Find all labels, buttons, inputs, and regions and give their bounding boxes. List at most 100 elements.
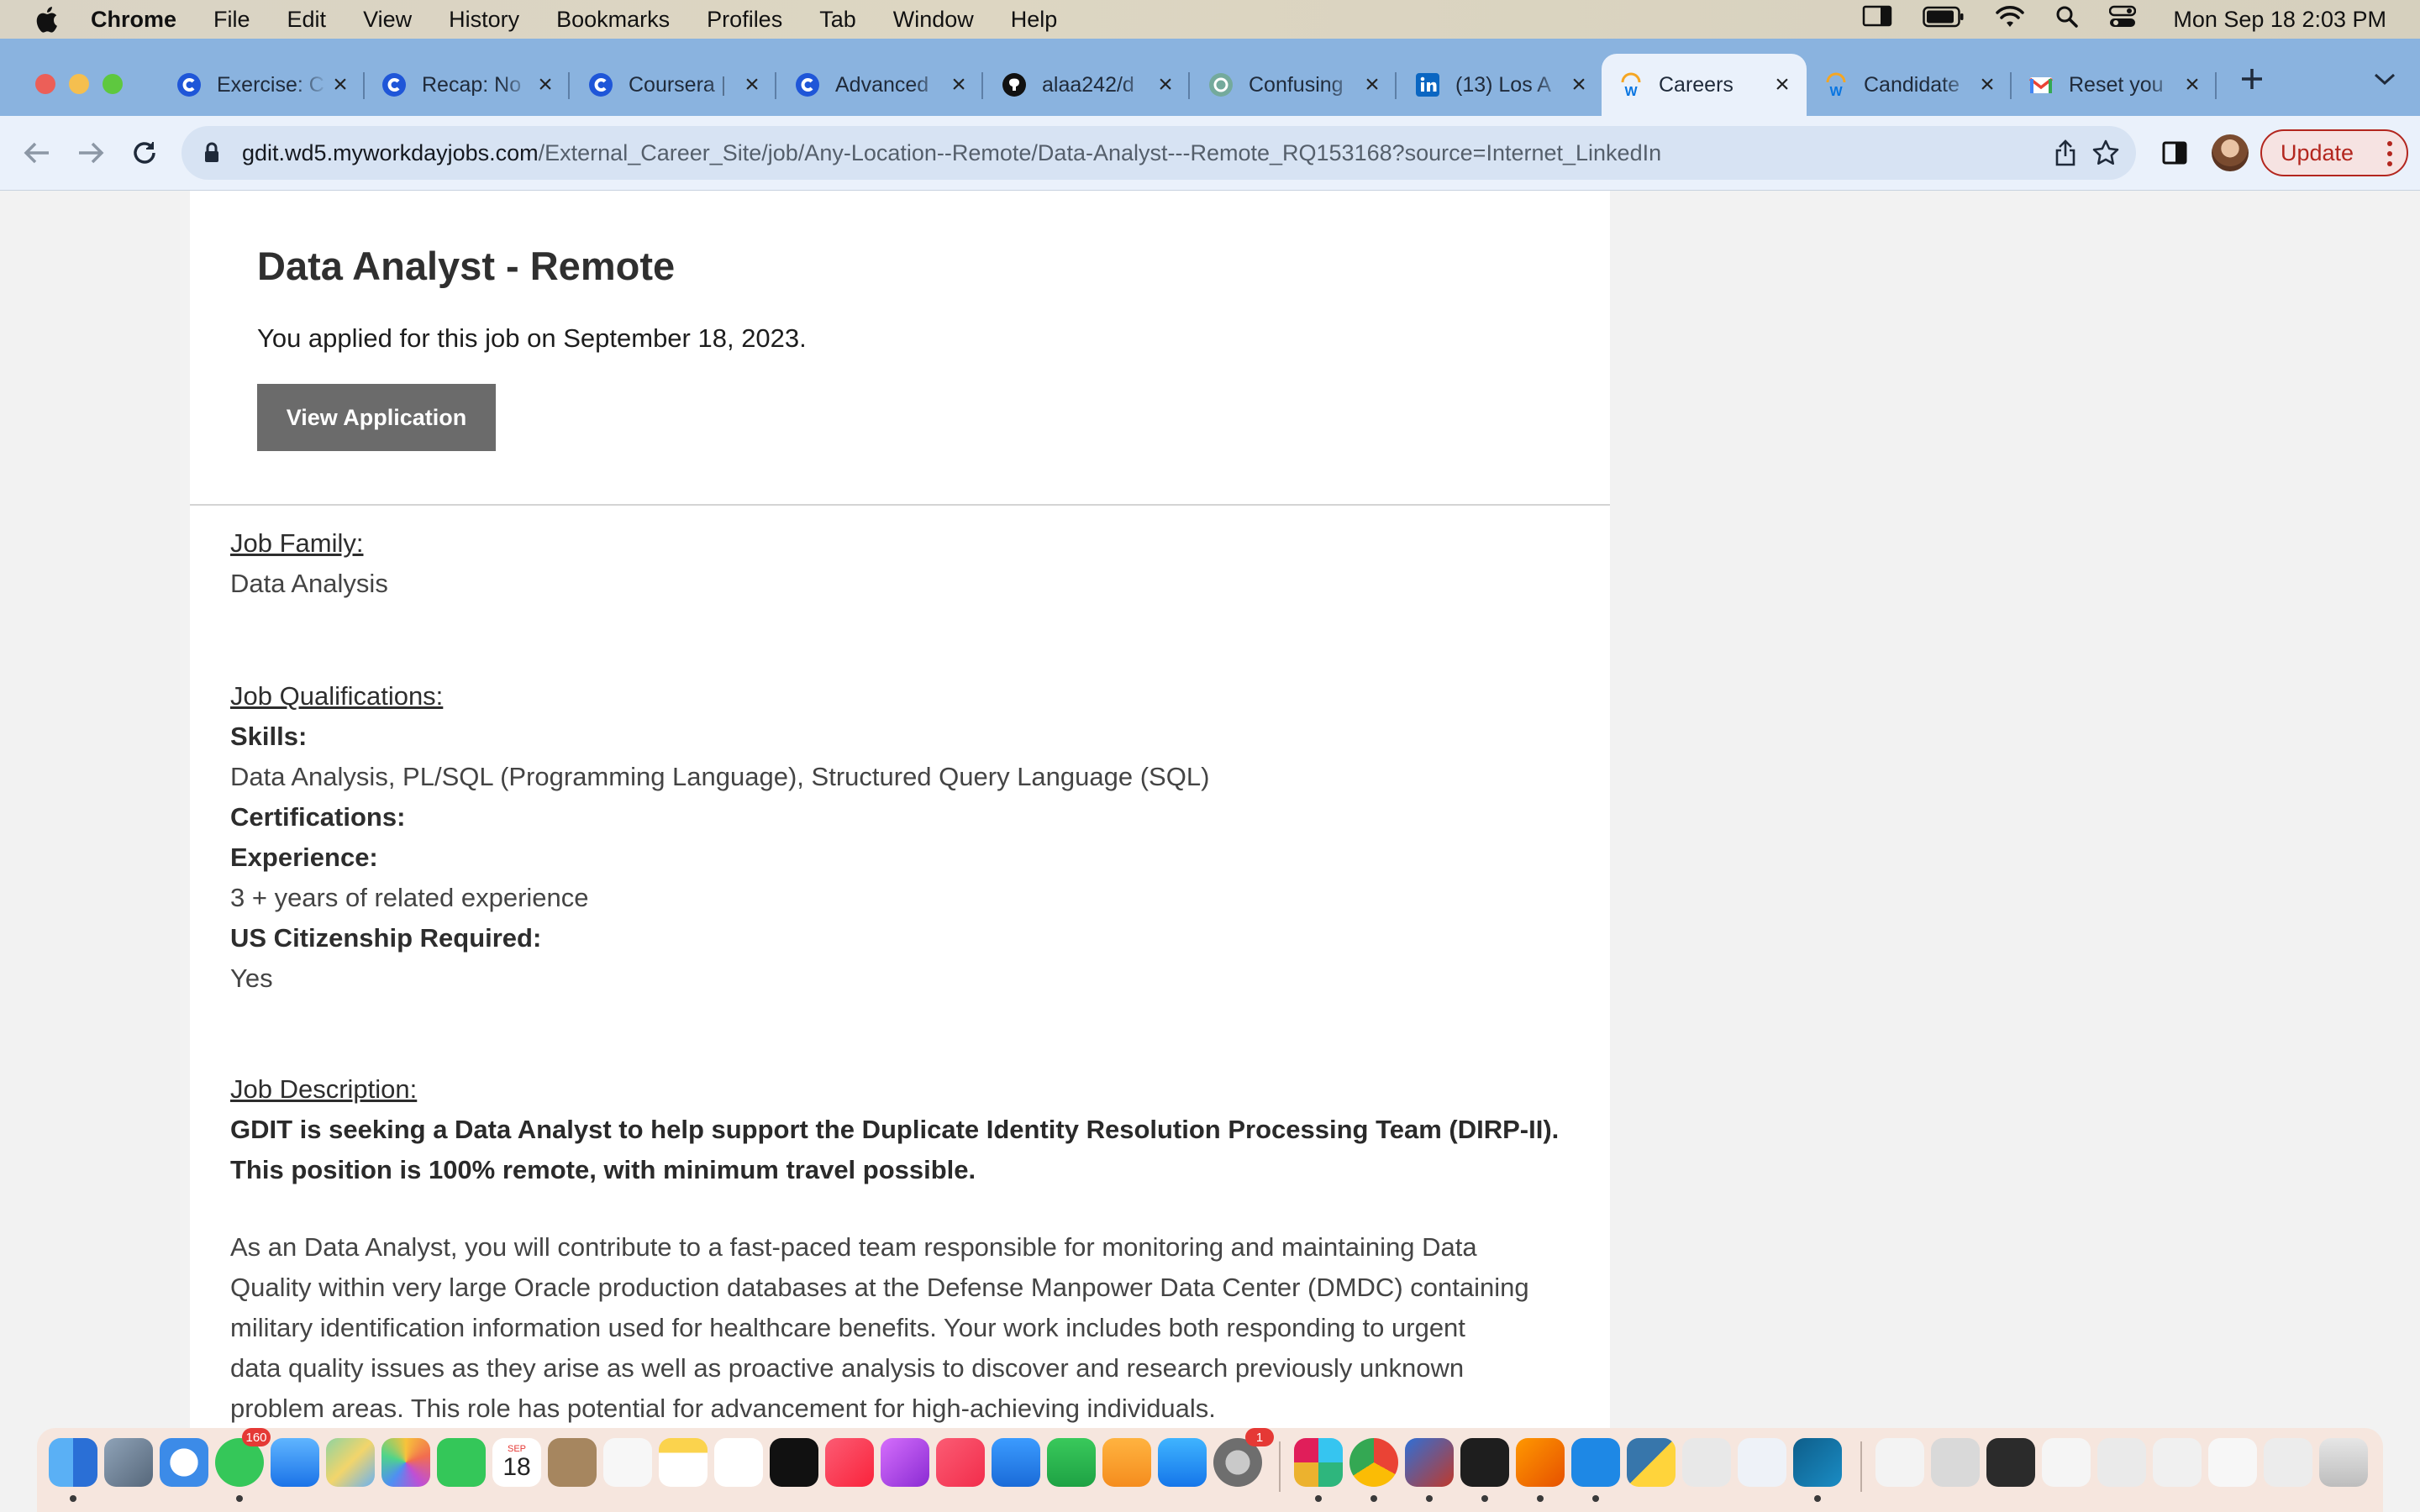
menu-tab[interactable]: Tab — [819, 7, 856, 33]
launchpad-icon[interactable] — [104, 1438, 153, 1487]
window-thumbnail-icon[interactable] — [2264, 1438, 2312, 1487]
sublime-text-icon[interactable] — [1516, 1438, 1565, 1487]
menu-history[interactable]: History — [449, 7, 519, 33]
window-thumbnail-icon[interactable] — [1931, 1438, 1980, 1487]
url-text[interactable]: gdit.wd5.myworkdayjobs.com/External_Care… — [242, 140, 1661, 166]
apple-tv-icon[interactable] — [770, 1438, 818, 1487]
contacts-icon[interactable] — [548, 1438, 597, 1487]
wifi-icon[interactable] — [1995, 5, 2025, 34]
browser-tab[interactable]: Recap: No × — [365, 54, 570, 116]
tab-close-icon[interactable]: × — [2180, 71, 2205, 98]
profile-avatar[interactable] — [2212, 134, 2249, 171]
running-indicator — [1370, 1495, 1377, 1502]
tab-close-icon[interactable]: × — [739, 71, 765, 98]
address-bar[interactable]: gdit.wd5.myworkdayjobs.com/External_Care… — [182, 126, 2136, 180]
tab-search-chevron-down-icon[interactable] — [2370, 62, 2400, 96]
screen-mirroring-icon[interactable] — [1862, 4, 1892, 35]
news-icon[interactable] — [936, 1438, 985, 1487]
tab-close-icon[interactable]: × — [1770, 71, 1795, 98]
lock-icon[interactable] — [202, 140, 222, 165]
terminal-icon[interactable] — [1460, 1438, 1509, 1487]
side-panel-icon[interactable] — [2158, 136, 2191, 170]
podcasts-icon[interactable] — [881, 1438, 929, 1487]
pages-icon[interactable] — [1102, 1438, 1151, 1487]
freeform-icon[interactable] — [714, 1438, 763, 1487]
forward-arrow-icon[interactable] — [72, 134, 109, 171]
menu-file[interactable]: File — [213, 7, 250, 33]
reminders-icon[interactable] — [603, 1438, 652, 1487]
app-store-icon[interactable] — [1158, 1438, 1207, 1487]
window-minimize-button[interactable] — [69, 74, 89, 94]
mail-icon[interactable] — [271, 1438, 319, 1487]
tab-close-icon[interactable]: × — [1360, 71, 1385, 98]
update-button[interactable]: Update — [2260, 129, 2408, 176]
facetime-icon[interactable] — [437, 1438, 486, 1487]
slack-icon[interactable] — [1294, 1438, 1343, 1487]
menu-help[interactable]: Help — [1011, 7, 1058, 33]
window-thumbnail-icon[interactable] — [2097, 1438, 2146, 1487]
photos-icon[interactable] — [381, 1438, 430, 1487]
tab-close-icon[interactable]: × — [1153, 71, 1178, 98]
window-close-button[interactable] — [35, 74, 55, 94]
job-qualifications-label: Job Qualifications: — [230, 681, 444, 711]
window-thumbnail-icon[interactable] — [2042, 1438, 2091, 1487]
window-thumbnail-icon[interactable] — [1986, 1438, 2035, 1487]
menu-view[interactable]: View — [363, 7, 412, 33]
document-thumbnail-icon[interactable] — [1876, 1438, 1924, 1487]
maps-icon[interactable] — [326, 1438, 375, 1487]
tab-close-icon[interactable]: × — [1975, 71, 2000, 98]
safari-icon[interactable] — [160, 1438, 208, 1487]
tab-close-icon[interactable]: × — [946, 71, 971, 98]
tableau-icon[interactable] — [1738, 1438, 1786, 1487]
music-icon[interactable] — [825, 1438, 874, 1487]
browser-tab[interactable]: Coursera | × — [571, 54, 776, 116]
tab-close-icon[interactable]: × — [328, 71, 353, 98]
notes-icon[interactable] — [659, 1438, 708, 1487]
menu-profiles[interactable]: Profiles — [707, 7, 782, 33]
pen-tool-icon[interactable] — [1682, 1438, 1731, 1487]
menu-edit[interactable]: Edit — [287, 7, 327, 33]
tab-close-icon[interactable]: × — [1566, 71, 1591, 98]
browser-tab[interactable]: Reset you × — [2012, 54, 2217, 116]
share-icon[interactable] — [2050, 138, 2081, 168]
browser-tab[interactable]: Confusing × — [1192, 54, 1397, 116]
browser-tab[interactable]: W Candidate × — [1807, 54, 2012, 116]
browser-tab-active[interactable]: W Careers × — [1602, 54, 1807, 116]
mysql-workbench-icon[interactable] — [1793, 1438, 1842, 1487]
browser-tab[interactable]: Exercise: C × — [160, 54, 365, 116]
browser-tab[interactable]: Advanced × — [778, 54, 983, 116]
tab-close-icon[interactable]: × — [533, 71, 558, 98]
calendar-icon[interactable]: SEP 18 — [492, 1438, 541, 1487]
more-vertical-icon[interactable] — [2386, 141, 2393, 166]
new-tab-plus-icon[interactable] — [2235, 62, 2269, 96]
tab-title: Exercise: C — [217, 72, 324, 97]
reload-icon[interactable] — [126, 134, 163, 171]
window-thumbnail-icon[interactable] — [2208, 1438, 2257, 1487]
window-zoom-button[interactable] — [103, 74, 123, 94]
window-thumbnail-icon[interactable] — [2153, 1438, 2202, 1487]
control-center-icon[interactable] — [2109, 5, 2137, 34]
github-icon — [1002, 72, 1027, 97]
screen-sharing-icon[interactable] — [1405, 1438, 1454, 1487]
menu-bookmarks[interactable]: Bookmarks — [556, 7, 670, 33]
spotlight-search-icon[interactable] — [2055, 5, 2079, 34]
vscode-icon[interactable] — [1571, 1438, 1620, 1487]
menu-window[interactable]: Window — [893, 7, 974, 33]
apple-menu-icon[interactable] — [30, 3, 62, 35]
menu-app-name[interactable]: Chrome — [91, 7, 176, 33]
view-application-button[interactable]: View Application — [257, 384, 496, 451]
keynote-icon[interactable] — [992, 1438, 1040, 1487]
tab-separator — [2215, 72, 2217, 99]
battery-icon[interactable] — [1923, 6, 1965, 34]
chrome-icon[interactable] — [1349, 1438, 1398, 1487]
trash-icon[interactable] — [2319, 1438, 2368, 1487]
back-arrow-icon[interactable] — [18, 134, 55, 171]
dock-separator — [1860, 1441, 1862, 1492]
finder-icon[interactable] — [49, 1438, 97, 1487]
bookmark-star-icon[interactable] — [2091, 138, 2121, 168]
numbers-icon[interactable] — [1047, 1438, 1096, 1487]
browser-tab[interactable]: (13) Los A × — [1398, 54, 1603, 116]
python-launcher-icon[interactable] — [1627, 1438, 1676, 1487]
browser-tab[interactable]: alaa242/d × — [985, 54, 1190, 116]
menubar-clock[interactable]: Mon Sep 18 2:03 PM — [2173, 7, 2386, 33]
